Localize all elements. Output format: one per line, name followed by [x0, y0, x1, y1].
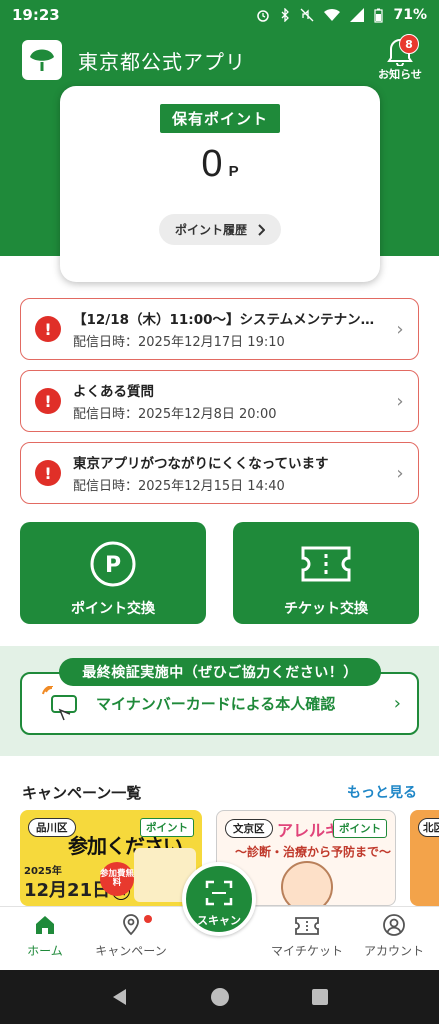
- status-icons: 71%: [256, 7, 427, 23]
- ward-tag: 文京区: [225, 819, 273, 838]
- notice-item-connection[interactable]: ! 東京アプリがつながりにくくなっています 配信日時：2025年12月15日 1…: [20, 442, 419, 504]
- notice-date: 配信日時：2025年12月17日 19:10: [73, 335, 285, 350]
- nav-account-label: アカウント: [363, 944, 424, 958]
- alert-icon: !: [35, 388, 61, 414]
- ginkgo-icon: [30, 49, 54, 71]
- mute-icon: [301, 8, 314, 22]
- chevron-right-icon: ›: [396, 462, 404, 484]
- nav-campaign[interactable]: キャンペーン: [86, 913, 176, 959]
- nfc-card-icon: [42, 685, 77, 720]
- alarm-icon: [257, 10, 270, 22]
- point-card: 保有ポイント 0P ポイント履歴: [60, 86, 380, 282]
- campaign-year: 2025年: [24, 866, 62, 877]
- back-icon[interactable]: [110, 987, 130, 1007]
- ward-tag: 北区: [418, 818, 439, 837]
- point-unit: P: [228, 163, 239, 180]
- nav-campaign-label: キャンペーン: [95, 944, 167, 958]
- account-icon: [383, 914, 405, 936]
- see-more-link[interactable]: もっと見る: [347, 782, 417, 802]
- point-exchange-button[interactable]: P ポイント交換: [20, 522, 206, 624]
- nav-account[interactable]: アカウント: [349, 913, 439, 959]
- notice-date: 配信日時：2025年12月15日 14:40: [73, 479, 285, 494]
- campaign-notification-dot: [144, 915, 152, 923]
- baby-illustration: [281, 861, 333, 905]
- system-navigation-bar: [0, 970, 439, 1024]
- nav-my-ticket-label: マイチケット: [270, 944, 343, 958]
- alert-icon: !: [35, 460, 61, 486]
- home-circle-icon[interactable]: [210, 987, 230, 1007]
- point-p-icon: P: [90, 541, 136, 587]
- signal-icon: [350, 8, 365, 22]
- chevron-right-icon: ›: [393, 693, 401, 714]
- notice-label: お知らせ: [378, 68, 422, 81]
- scan-button[interactable]: スキャン: [182, 862, 256, 936]
- notice-title: 【12/18（木）11:00〜】システムメンテナン…: [73, 312, 375, 328]
- battery-icon: [374, 8, 384, 23]
- svg-text:P: P: [105, 553, 121, 578]
- nav-home-label: ホーム: [27, 944, 63, 958]
- point-history-label: ポイント履歴: [174, 223, 247, 237]
- notice-item-maintenance[interactable]: ! 【12/18（木）11:00〜】システムメンテナン… 配信日時：2025年1…: [20, 298, 419, 360]
- point-chip: ポイント: [333, 819, 387, 838]
- notice-item-faq[interactable]: ! よくある質問 配信日時：2025年12月8日 20:00 ›: [20, 370, 419, 432]
- scan-label: スキャン: [197, 914, 241, 927]
- bluetooth-icon: [282, 8, 290, 22]
- campaign-subtitle: 〜診断・治療から予防まで〜: [235, 845, 392, 859]
- scan-icon: [205, 880, 233, 906]
- tokyo-logo: [22, 40, 62, 80]
- held-points-tag: 保有ポイント: [159, 104, 280, 133]
- home-icon: [36, 916, 54, 934]
- notice-date: 配信日時：2025年12月8日 20:00: [73, 407, 277, 422]
- point-number: 0: [201, 143, 223, 185]
- point-value: 0P: [60, 143, 380, 186]
- notice-button[interactable]: お知らせ 8: [375, 34, 425, 86]
- ticket-exchange-label: チケット交換: [284, 601, 368, 617]
- verification-banner: 最終検証実施中（ぜひご協力ください！）: [59, 658, 381, 686]
- chevron-right-icon: [258, 223, 265, 236]
- ticket-icon: [295, 917, 319, 935]
- notice-title: よくある質問: [73, 384, 154, 400]
- status-bar: 19:23 71%: [0, 0, 439, 30]
- ward-tag: 品川区: [28, 818, 76, 837]
- chevron-right-icon: ›: [396, 318, 404, 340]
- point-history-button[interactable]: ポイント履歴: [158, 214, 281, 245]
- point-exchange-label: ポイント交換: [71, 601, 155, 617]
- app-title: 東京都公式アプリ: [78, 50, 246, 74]
- alert-icon: !: [35, 316, 61, 342]
- wifi-icon: [324, 8, 341, 21]
- free-badge: 参加費無料: [100, 862, 134, 896]
- campaign-date-text: 12月21日: [24, 880, 111, 901]
- notice-count-badge: 8: [399, 34, 419, 54]
- campaign-card-kita[interactable]: 北区: [410, 810, 439, 906]
- nav-home[interactable]: ホーム: [0, 913, 90, 959]
- ticket-icon: [301, 546, 351, 582]
- map-pin-icon: [123, 914, 139, 936]
- battery-level: 71%: [393, 7, 427, 23]
- notice-title: 東京アプリがつながりにくくなっています: [73, 456, 329, 472]
- recents-icon[interactable]: [311, 988, 329, 1006]
- point-chip: ポイント: [140, 818, 194, 837]
- nav-my-ticket[interactable]: マイチケット: [262, 913, 352, 959]
- campaign-list-title: キャンペーン一覧: [22, 784, 142, 802]
- verification-label: マイナンバーカードによる本人確認: [96, 695, 336, 713]
- campaign-card-shinagawa[interactable]: 参加ください 品川区 ポイント 2025年 12月21日日 参加費無料: [20, 810, 202, 906]
- chevron-right-icon: ›: [396, 390, 404, 412]
- clock: 19:23: [12, 6, 60, 24]
- ticket-exchange-button[interactable]: チケット交換: [233, 522, 419, 624]
